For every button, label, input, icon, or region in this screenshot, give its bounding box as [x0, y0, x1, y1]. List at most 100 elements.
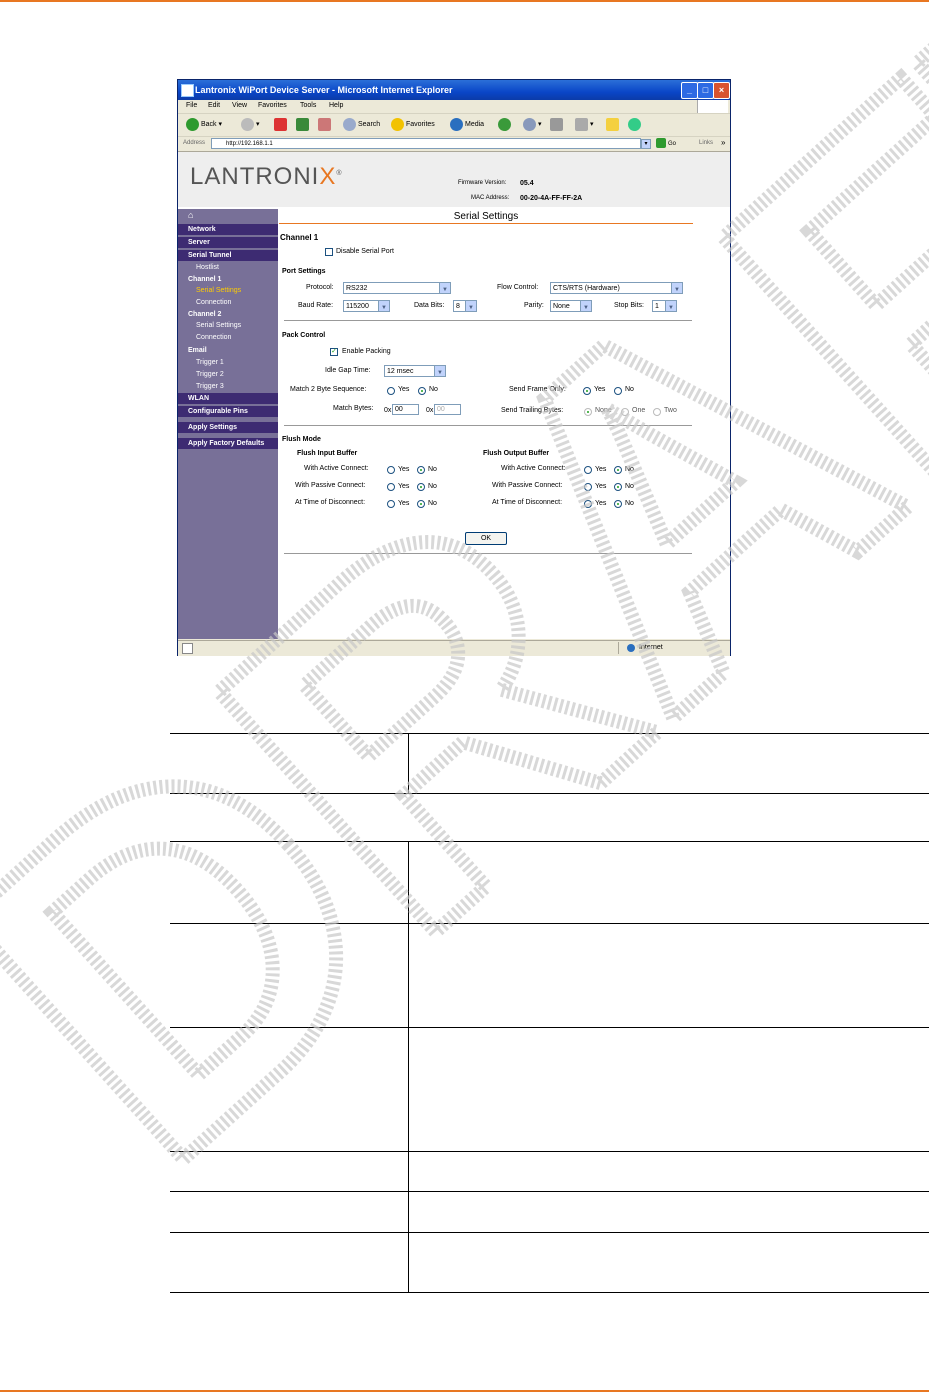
stop-bits-value: 1 [655, 303, 659, 310]
address-input[interactable]: http://192.168.1.1 [211, 138, 641, 149]
send-frame-label: Send Frame Only: [509, 386, 566, 393]
nav-apply-settings[interactable]: Apply Settings [178, 422, 278, 433]
nav-apply-factory-defaults[interactable]: Apply Factory Defaults [178, 438, 278, 449]
match-byte1-input[interactable]: 00 [392, 404, 419, 415]
match-sequence-no-radio[interactable] [418, 387, 426, 395]
minimize-button[interactable]: _ [681, 82, 698, 99]
nav-email[interactable]: Email [178, 345, 278, 356]
input-passive-yes-label: Yes [398, 483, 410, 490]
menu-edit[interactable]: Edit [208, 102, 220, 109]
table-cell [170, 1027, 409, 1152]
send-trailing-one-radio[interactable] [621, 408, 629, 416]
idle-gap-select[interactable]: 12 msec ▼ [384, 365, 446, 377]
output-passive-no-radio[interactable] [614, 483, 622, 491]
output-disconnect-label: At Time of Disconnect: [492, 499, 563, 506]
favorites-button[interactable]: Favorites [391, 117, 435, 133]
nav-channel-2[interactable]: Channel 2 [178, 309, 278, 320]
nav-serial-tunnel[interactable]: Serial Tunnel [178, 250, 278, 261]
go-button[interactable]: Go [656, 138, 676, 150]
links-label[interactable]: Links [699, 140, 713, 146]
output-active-yes-radio[interactable] [584, 466, 592, 474]
edit-button[interactable]: ▾ [575, 117, 594, 133]
address-dropdown-button[interactable]: ▾ [641, 139, 651, 149]
input-active-yes-radio[interactable] [387, 466, 395, 474]
nav-serial-settings-2[interactable]: Serial Settings [178, 320, 278, 331]
send-trailing-two-radio[interactable] [653, 408, 661, 416]
menu-help[interactable]: Help [329, 102, 343, 109]
data-bits-value: 8 [456, 303, 460, 310]
nav-wlan[interactable]: WLAN [178, 393, 278, 404]
flow-control-select[interactable]: CTS/RTS (Hardware) ▼ [550, 282, 683, 294]
protocol-select[interactable]: RS232 ▼ [343, 282, 451, 294]
settings-form: Serial Settings Channel 1 Disable Serial… [279, 209, 693, 639]
description-table [170, 733, 929, 1293]
search-button[interactable]: Search [343, 117, 380, 133]
browser-window: Lantronix WiPort Device Server - Microso… [177, 79, 731, 656]
stop-bits-select[interactable]: 1 ▼ [652, 300, 677, 312]
chevron-right-icon[interactable]: » [721, 138, 725, 147]
enable-packing-checkbox[interactable]: ✓ [330, 348, 338, 356]
messenger-button[interactable] [628, 117, 643, 133]
table-cell [408, 1191, 929, 1233]
mail-button[interactable]: ▾ [523, 117, 542, 133]
input-passive-yes-radio[interactable] [387, 483, 395, 491]
nav-network[interactable]: Network [178, 224, 278, 235]
back-button[interactable]: Back ▾ [186, 117, 222, 133]
output-passive-label: With Passive Connect: [492, 482, 563, 489]
nav-connection-2[interactable]: Connection [178, 332, 278, 343]
send-frame-yes-radio[interactable] [583, 387, 591, 395]
output-active-no-radio[interactable] [614, 466, 622, 474]
home-icon[interactable]: ⌂ [178, 211, 278, 221]
port-settings-heading: Port Settings [282, 268, 326, 275]
data-bits-select[interactable]: 8 ▼ [453, 300, 477, 312]
parity-select[interactable]: None ▼ [550, 300, 592, 312]
nav-connection-1[interactable]: Connection [178, 297, 278, 308]
divider [284, 320, 692, 321]
baud-rate-select[interactable]: 115200 ▼ [343, 300, 390, 312]
menu-view[interactable]: View [232, 102, 247, 109]
menu-favorites[interactable]: Favorites [258, 102, 287, 109]
history-button[interactable] [498, 117, 513, 133]
input-disconnect-yes-radio[interactable] [387, 500, 395, 508]
send-frame-no-radio[interactable] [614, 387, 622, 395]
input-active-no-radio[interactable] [417, 466, 425, 474]
nav-trigger-2[interactable]: Trigger 2 [178, 369, 278, 380]
chevron-down-icon: ▼ [442, 287, 448, 293]
disable-serial-checkbox[interactable] [325, 248, 333, 256]
nav-serial-settings-1[interactable]: Serial Settings [178, 285, 278, 296]
input-disconnect-no-radio[interactable] [417, 500, 425, 508]
nav-trigger-3[interactable]: Trigger 3 [178, 381, 278, 392]
maximize-button[interactable]: □ [697, 82, 714, 99]
input-passive-no-radio[interactable] [417, 483, 425, 491]
table-cell [170, 1191, 409, 1233]
stop-button[interactable] [274, 117, 289, 133]
table-cell [170, 1232, 409, 1293]
send-trailing-none-radio[interactable] [584, 408, 592, 416]
close-button[interactable]: × [713, 82, 730, 99]
forward-button[interactable]: ▾ [241, 117, 260, 133]
refresh-button[interactable] [296, 117, 311, 133]
ok-button[interactable]: OK [465, 532, 507, 545]
menu-file[interactable]: File [186, 102, 197, 109]
menu-tools[interactable]: Tools [300, 102, 316, 109]
home-button[interactable] [318, 117, 333, 133]
media-button[interactable]: Media [450, 117, 484, 133]
nav-server[interactable]: Server [178, 237, 278, 248]
idle-gap-value: 12 msec [387, 368, 414, 375]
baud-rate-label: Baud Rate: [298, 302, 334, 309]
match-sequence-yes-radio[interactable] [387, 387, 395, 395]
discuss-button[interactable] [606, 117, 621, 133]
match-byte2-prefix: 0x [426, 407, 434, 414]
output-passive-yes-radio[interactable] [584, 483, 592, 491]
nav-configurable-pins[interactable]: Configurable Pins [178, 406, 278, 417]
print-button[interactable] [550, 117, 565, 133]
nav-channel-1[interactable]: Channel 1 [178, 274, 278, 285]
output-disconnect-yes-radio[interactable] [584, 500, 592, 508]
nav-trigger-1[interactable]: Trigger 1 [178, 357, 278, 368]
match-byte2-input[interactable]: 00 [434, 404, 461, 415]
ie-icon [181, 84, 194, 97]
refresh-icon [296, 117, 309, 131]
nav-hostlist[interactable]: Hostlist [178, 262, 278, 273]
lantronix-logo: LANTRONIX® [190, 163, 343, 191]
output-disconnect-no-radio[interactable] [614, 500, 622, 508]
